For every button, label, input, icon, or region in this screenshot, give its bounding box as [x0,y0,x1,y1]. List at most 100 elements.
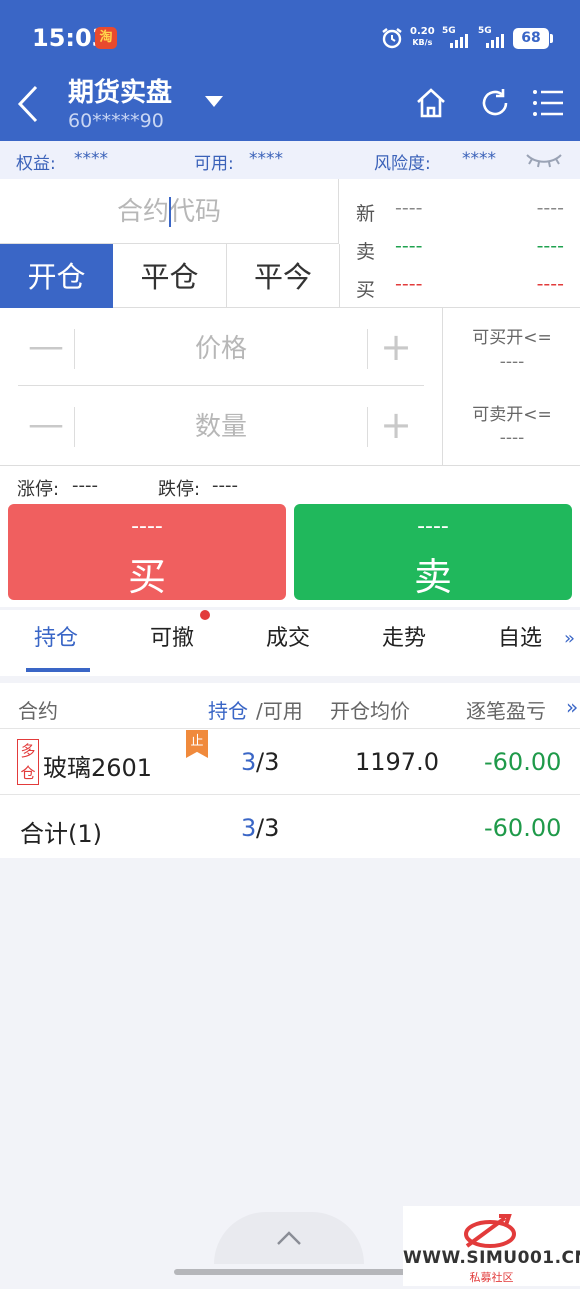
taobao-app-icon: 淘 [95,27,117,49]
risk-label: 风险度: [374,154,431,174]
sell-button[interactable]: ---- 卖 [294,504,572,600]
quote-buy-price: ---- [395,273,423,295]
offset-tabs: 开仓 平仓 平今 [0,244,340,308]
col-available[interactable]: /可用 [256,695,303,724]
home-icon[interactable] [414,86,448,120]
table-row[interactable]: 多仓 止 玻璃2601 3 /3 1197.0 -60.00 [0,730,580,795]
position-pnl: -60.00 [484,748,562,776]
back-icon[interactable] [14,84,44,124]
tab-close-today[interactable]: 平今 [226,244,339,308]
net-speed-unit: KB/s [412,38,433,47]
alarm-icon [382,28,402,49]
watermark-url: WWW.SIMU001.CN [403,1248,580,1268]
col-contract: 合约 [18,699,58,723]
tab-positions[interactable]: 持仓 [34,620,78,652]
page-title[interactable]: 期货实盘 [68,72,172,109]
total-label: 合计(1) [20,820,102,848]
col-hold[interactable]: 持仓 [208,695,248,724]
quote-new-label: 新 [356,203,376,225]
quote-sell-volume: ---- [536,235,564,257]
col-pnl: 逐笔盈亏 [466,699,546,723]
buy-button[interactable]: ---- 买 [8,504,286,600]
battery-icon: 68 [513,28,553,49]
trade-action-area: 涨停: ---- 跌停: ---- ---- 买 ---- 卖 [0,465,580,607]
net-speed: 0.20 KB/s [410,26,435,48]
positions-table: 合约 持仓 /可用 开仓均价 逐笔盈亏 » 多仓 止 玻璃2601 3 /3 1… [0,683,580,858]
price-stepper: — 价格 + [18,319,424,377]
quote-new-price: ---- [395,197,423,219]
equity-label: 权益: [16,154,56,174]
position-hold: 3 [241,748,257,776]
tab-close[interactable]: 平仓 [113,244,226,308]
net-speed-value: 0.20 [410,26,435,37]
contract-code-input[interactable]: 合约代码 [0,179,339,244]
signal-icon: 5G [442,26,472,50]
buy-button-price: ---- [131,514,163,539]
risk-value: **** [462,149,496,169]
quote-buy-label: 买 [356,279,376,301]
refresh-icon[interactable] [478,86,512,120]
quote-row-sell: 卖 ---- ---- [340,225,580,263]
price-input[interactable]: 价格 [74,329,368,369]
stop-order-badge: 止 [186,730,208,758]
quote-sell-label: 卖 [356,241,376,263]
equity-value: **** [74,149,108,169]
tabs-more-icon[interactable]: » [564,628,575,649]
limit-up-value: ---- [72,475,98,496]
tab-open[interactable]: 开仓 [0,244,113,308]
order-panel: 合约代码 新 ---- ---- 卖 ---- ---- 买 ---- ----… [0,179,580,465]
columns-more-icon[interactable]: » [566,695,578,719]
quote-new-volume: ---- [536,197,564,219]
limit-up-label: 涨停: [17,479,60,500]
price-minus-button[interactable]: — [18,319,74,377]
limit-down-value: ---- [212,475,238,496]
text-caret [169,197,171,227]
quote-row-buy: 买 ---- ---- [340,263,580,301]
quantity-plus-button[interactable]: + [368,397,424,455]
quote-sell-price: ---- [395,235,423,257]
menu-icon[interactable] [531,86,565,120]
account-number: 60*****90 [68,110,164,132]
eye-closed-icon[interactable] [524,149,564,171]
expand-panel-button[interactable] [214,1212,364,1264]
quantity-stepper: — 数量 + [18,397,424,455]
total-row: 合计(1) 3 /3 -60.00 [0,796,580,861]
notification-dot [200,610,210,620]
position-avg-price: 1197.0 [355,748,439,776]
sell-button-price: ---- [417,514,449,539]
watermark-logo [464,1214,516,1248]
avail-buy-label: 可买开<= [472,328,552,348]
buy-button-label: 买 [127,555,166,599]
status-bar: 15:03 淘 0.20 KB/s 5G 5G 68 [0,0,580,78]
active-tab-indicator [26,668,90,672]
quote-panel: 新 ---- ---- 卖 ---- ---- 买 ---- ---- [340,179,580,308]
table-header: 合约 持仓 /可用 开仓均价 逐笔盈亏 » [0,683,580,729]
price-plus-button[interactable]: + [368,319,424,377]
total-hold: 3 [241,814,257,842]
home-indicator[interactable] [174,1269,406,1275]
tab-watchlist[interactable]: 自选 [498,620,542,652]
position-available: /3 [256,748,280,776]
tab-cancellable[interactable]: 可撤 [150,620,194,652]
account-dropdown-icon[interactable] [205,96,223,107]
limit-down-label: 跌停: [158,479,201,500]
signal-icon: 5G [478,26,508,50]
position-contract: 玻璃2601 [43,754,153,782]
quote-buy-volume: ---- [536,273,564,295]
watermark-subtitle: 私募社区 [469,1271,514,1284]
quote-row-new: 新 ---- ---- [340,187,580,225]
tab-trades[interactable]: 成交 [266,620,310,652]
chevron-up-icon [277,1231,301,1245]
available-qty-panel: 可买开<= ---- 可卖开<= ---- [442,308,580,465]
avail-sell-value: ---- [499,428,525,448]
total-available: /3 [256,814,280,842]
avail-sell-label: 可卖开<= [472,405,552,425]
app-header: 15:03 淘 0.20 KB/s 5G 5G 68 期货实盘 60*****9… [0,0,580,141]
quantity-minus-button[interactable]: — [18,397,74,455]
tab-trend[interactable]: 走势 [382,620,426,652]
quantity-input[interactable]: 数量 [74,407,368,447]
sell-button-label: 卖 [413,555,452,599]
watermark: WWW.SIMU001.CN 私募社区 [403,1206,580,1286]
avail-buy-value: ---- [499,352,525,372]
available-label: 可用: [194,154,234,174]
